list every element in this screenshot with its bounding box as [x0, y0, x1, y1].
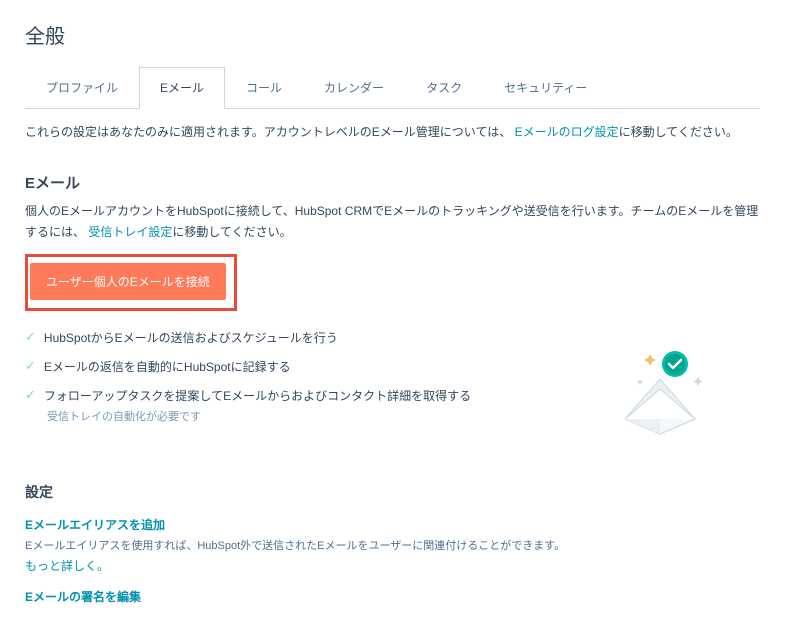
settings-section-title: 設定 — [25, 482, 760, 502]
feature-item: ✓ Eメールの返信を自動的にHubSpotに記録する — [25, 358, 471, 375]
add-email-alias-link[interactable]: Eメールエイリアスを追加 — [25, 516, 760, 533]
page-description: これらの設定はあなたのみに適用されます。アカウントレベルのEメール管理については… — [25, 123, 760, 142]
email-log-settings-link[interactable]: Eメールのログ設定 — [515, 125, 619, 139]
feature-text: フォローアップタスクを提案してEメールからおよびコンタクト詳細を取得する — [44, 387, 471, 404]
check-icon: ✓ — [25, 387, 36, 403]
tab-call[interactable]: コール — [225, 67, 303, 108]
feature-list: ✓ HubSpotからEメールの送信およびスケジュールを行う ✓ Eメールの返信… — [25, 329, 471, 404]
feature-item: ✓ フォローアップタスクを提案してEメールからおよびコンタクト詳細を取得する — [25, 387, 471, 404]
tab-security[interactable]: セキュリティー — [483, 67, 608, 108]
check-icon: ✓ — [25, 358, 36, 374]
edit-email-signature-link[interactable]: Eメールの署名を編集 — [25, 588, 760, 605]
feature-text: Eメールの返信を自動的にHubSpotに記録する — [44, 358, 291, 375]
feature-text: HubSpotからEメールの送信およびスケジュールを行う — [44, 329, 338, 346]
tab-profile[interactable]: プロファイル — [25, 67, 139, 108]
envelope-illustration — [580, 329, 740, 452]
tab-task[interactable]: タスク — [405, 67, 483, 108]
tabs-nav: プロファイル Eメール コール カレンダー タスク セキュリティー — [25, 67, 760, 109]
desc-suffix: に移動してください。 — [619, 125, 738, 139]
desc-prefix: これらの設定はあなたのみに適用されます。アカウントレベルのEメール管理については… — [25, 125, 511, 139]
page-title: 全般 — [25, 20, 760, 49]
tab-email[interactable]: Eメール — [139, 67, 225, 109]
connect-button-highlight: ユーザー個人のEメールを接続 — [25, 254, 237, 311]
tab-calendar[interactable]: カレンダー — [303, 67, 405, 108]
feature-note: 受信トレイの自動化が必要です — [47, 408, 471, 424]
learn-more-link[interactable]: もっと詳しく。 — [25, 557, 760, 574]
check-icon: ✓ — [25, 329, 36, 345]
setting-block-signature: Eメールの署名を編集 — [25, 588, 760, 605]
alias-desc: Eメールエイリアスを使用すれば、HubSpot外で送信されたEメールをユーザーに… — [25, 537, 760, 553]
email-section-desc: 個人のEメールアカウントをHubSpotに接続して、HubSpot CRMでEメ… — [25, 201, 760, 242]
email-desc-suffix: に移動してください。 — [172, 225, 291, 239]
setting-block-alias: Eメールエイリアスを追加 Eメールエイリアスを使用すれば、HubSpot外で送信… — [25, 516, 760, 574]
connect-email-button[interactable]: ユーザー個人のEメールを接続 — [30, 263, 226, 300]
features-row: ✓ HubSpotからEメールの送信およびスケジュールを行う ✓ Eメールの返信… — [25, 329, 760, 452]
feature-item: ✓ HubSpotからEメールの送信およびスケジュールを行う — [25, 329, 471, 346]
email-section-title: Eメール — [25, 172, 760, 193]
inbox-settings-link[interactable]: 受信トレイ設定 — [88, 225, 172, 239]
